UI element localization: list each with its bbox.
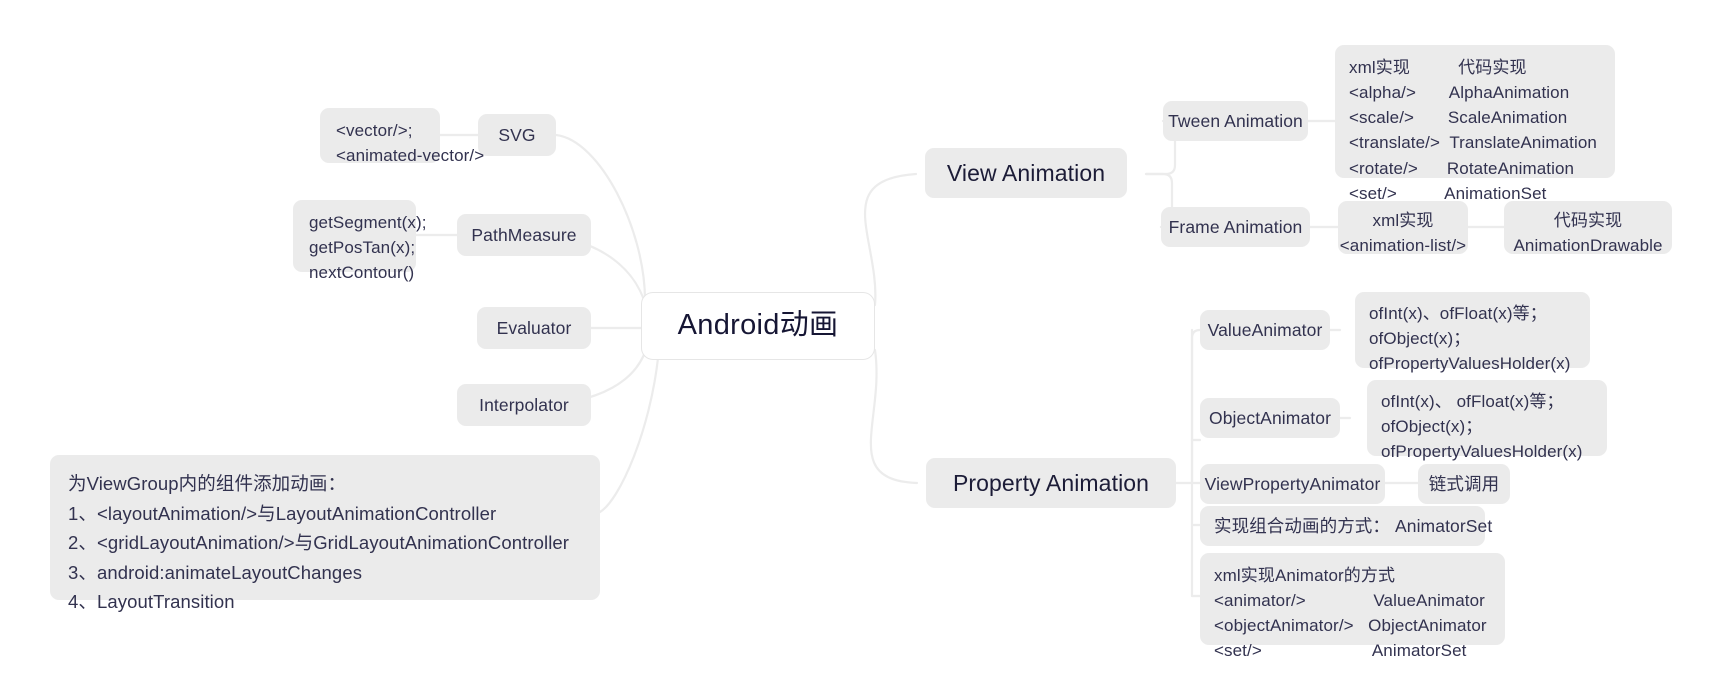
node-value-animator[interactable]: ValueAnimator — [1200, 310, 1330, 350]
node-chained-call[interactable]: 链式调用 — [1418, 464, 1510, 504]
node-view-property-animator-label: ViewPropertyAnimator — [1204, 473, 1381, 494]
node-property-animation-label: Property Animation — [952, 469, 1150, 496]
node-frame-animation[interactable]: Frame Animation — [1161, 207, 1310, 247]
edge-center-view-animation — [864, 172, 918, 307]
node-view-property-animator[interactable]: ViewPropertyAnimator — [1200, 464, 1385, 504]
node-frame-animation-detail2[interactable]: 代码实现 AnimationDrawable — [1504, 201, 1672, 255]
node-object-animator-detail-text: ofInt(x)、 ofFloat(x)等； ofObject(x)； ofPr… — [1381, 392, 1583, 462]
node-frame-animation-detail2-text: 代码实现 AnimationDrawable — [1513, 211, 1663, 256]
node-object-animator-label: ObjectAnimator — [1209, 407, 1332, 428]
node-tween-animation-detail-text: xml实现 代码实现 <alpha/> AlphaAnimation <scal… — [1349, 58, 1597, 203]
node-interpolator-label: Interpolator — [479, 394, 569, 415]
node-value-animator-detail[interactable]: ofInt(x)、ofFloat(x)等； ofObject(x)； ofPro… — [1355, 292, 1590, 373]
node-pathmeasure-detail[interactable]: getSegment(x); getPosTan(x); nextContour… — [293, 200, 427, 282]
node-interpolator[interactable]: Interpolator — [457, 384, 591, 426]
node-tween-animation[interactable]: Tween Animation — [1163, 101, 1308, 141]
center-node-label: Android动画 — [677, 309, 839, 342]
node-chained-call-label: 链式调用 — [1428, 473, 1500, 494]
edge-center-property-animation — [869, 348, 919, 485]
node-evaluator-label: Evaluator — [496, 317, 572, 338]
node-xml-animator-text: xml实现Animator的方式 <animator/> ValueAnimat… — [1214, 566, 1487, 661]
node-view-animation[interactable]: View Animation — [925, 148, 1127, 198]
node-xml-animator[interactable]: xml实现Animator的方式 <animator/> ValueAnimat… — [1200, 553, 1505, 660]
node-object-animator-detail[interactable]: ofInt(x)、 ofFloat(x)等； ofObject(x)； ofPr… — [1367, 380, 1607, 461]
node-tween-animation-label: Tween Animation — [1168, 110, 1303, 131]
node-value-animator-label: ValueAnimator — [1207, 319, 1323, 340]
node-animator-set-label: 实现组合动画的方式： AnimatorSet — [1214, 515, 1493, 536]
node-evaluator[interactable]: Evaluator — [477, 307, 591, 349]
edge-bus-value — [1190, 328, 1202, 485]
node-svg-label: SVG — [498, 124, 536, 145]
node-svg-detail-text: <vector/>; <animated-vector/> — [336, 121, 485, 166]
center-node[interactable]: Android动画 — [641, 292, 875, 360]
node-animator-set[interactable]: 实现组合动画的方式： AnimatorSet — [1200, 506, 1492, 546]
node-svg[interactable]: SVG — [478, 114, 556, 156]
node-pathmeasure-label: PathMeasure — [471, 224, 577, 245]
node-layout-animation[interactable]: 为ViewGroup内的组件添加动画： 1、<layoutAnimation/>… — [50, 455, 600, 612]
node-frame-animation-label: Frame Animation — [1168, 216, 1303, 237]
edge-center-layout — [598, 356, 660, 514]
node-frame-animation-detail-text: xml实现 <animation-list/> — [1339, 211, 1467, 256]
node-object-animator[interactable]: ObjectAnimator — [1200, 398, 1340, 438]
node-property-animation[interactable]: Property Animation — [926, 458, 1176, 508]
node-pathmeasure[interactable]: PathMeasure — [457, 214, 591, 256]
node-frame-animation-detail[interactable]: xml实现 <animation-list/> — [1338, 201, 1468, 255]
node-pathmeasure-detail-text: getSegment(x); getPosTan(x); nextContour… — [309, 213, 427, 283]
node-view-animation-label: View Animation — [946, 159, 1106, 186]
node-layout-animation-text: 为ViewGroup内的组件添加动画： 1、<layoutAnimation/>… — [68, 473, 570, 613]
node-svg-detail[interactable]: <vector/>; <animated-vector/> — [320, 108, 484, 165]
mindmap-canvas: Android动画 SVG <vector/>; <animated-vecto… — [0, 0, 1719, 696]
node-value-animator-detail-text: ofInt(x)、ofFloat(x)等； ofObject(x)； ofPro… — [1369, 304, 1571, 374]
node-tween-animation-detail[interactable]: xml实现 代码实现 <alpha/> AlphaAnimation <scal… — [1335, 45, 1615, 203]
